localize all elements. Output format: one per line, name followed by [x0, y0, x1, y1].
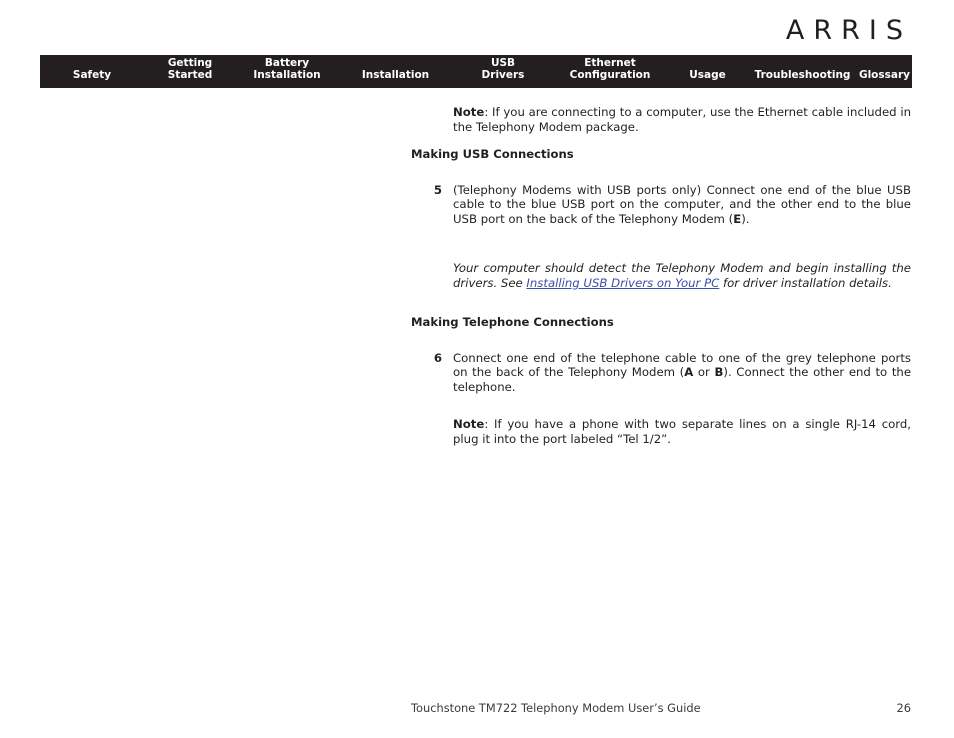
nav-item-getting-started-label-line2: Started: [167, 68, 213, 81]
nav-item-battery-installation-label-line2: Installation: [253, 68, 321, 81]
step-5: 5 (Telephony Modems with USB ports only)…: [434, 183, 911, 227]
nav-item-troubleshooting[interactable]: Troubleshooting: [748, 68, 857, 89]
step-5-port-ref: E: [733, 212, 742, 227]
footer-document-title: Touchstone TM722 Telephony Modem User’s …: [411, 701, 701, 715]
nav-item-glossary[interactable]: Glossary: [857, 68, 912, 89]
nav-item-usb-drivers[interactable]: USB Drivers: [453, 57, 553, 88]
nav-item-troubleshooting-label: Troubleshooting: [754, 68, 851, 81]
note-rj14-text: : If you have a phone with two separate …: [453, 417, 911, 446]
nav-item-safety[interactable]: Safety: [40, 68, 144, 89]
nav-item-battery-installation-label-line1: Battery: [264, 57, 310, 69]
usb-driver-text-b: for driver installation details.: [719, 275, 892, 290]
step-6-text-mid: or: [693, 365, 715, 380]
note-label: Note: [453, 417, 485, 432]
nav-item-ethernet-configuration-label-line2: Configuration: [569, 68, 651, 81]
step-5-text-b: ).: [741, 212, 750, 227]
link-installing-usb-drivers-on-your-pc[interactable]: Installing USB Drivers on Your PC: [526, 276, 719, 290]
nav-item-usage-label: Usage: [689, 68, 726, 81]
nav-item-glossary-label: Glossary: [858, 68, 911, 81]
note-ethernet-cable: Note: If you are connecting to a compute…: [453, 105, 911, 134]
note-ethernet-cable-paragraph: Note: If you are connecting to a compute…: [453, 105, 911, 134]
step-6-port-ref-a: A: [684, 365, 694, 380]
note-ethernet-cable-text: : If you are connecting to a computer, u…: [453, 105, 911, 134]
usb-driver-italic-note: Your computer should detect the Telephon…: [453, 261, 911, 290]
nav-item-ethernet-configuration[interactable]: Ethernet Configuration: [553, 57, 667, 88]
note-rj14: Note: If you have a phone with two separ…: [453, 417, 911, 446]
note-rj14-paragraph: Note: If you have a phone with two separ…: [453, 417, 911, 446]
nav-item-battery-installation[interactable]: Battery Installation: [236, 57, 338, 88]
page-footer: Touchstone TM722 Telephony Modem User’s …: [411, 701, 911, 715]
chapter-navigation-bar: Safety Getting Started Battery Installat…: [40, 55, 912, 88]
heading-making-telephone-connections: Making Telephone Connections: [411, 314, 614, 329]
arris-logo: ARRIS: [785, 15, 912, 46]
nav-item-safety-label: Safety: [72, 68, 112, 81]
step-5-text: (Telephony Modems with USB ports only) C…: [453, 183, 911, 227]
step-6: 6 Connect one end of the telephone cable…: [434, 351, 911, 395]
nav-item-getting-started-label-line1: Getting: [167, 57, 213, 69]
nav-item-usb-drivers-label-line2: Drivers: [481, 68, 525, 81]
page-content: Note: If you are connecting to a compute…: [411, 105, 911, 446]
usb-driver-italic-paragraph: Your computer should detect the Telephon…: [453, 261, 911, 290]
step-5-number: 5: [433, 182, 442, 197]
step-6-number: 6: [433, 350, 442, 365]
nav-item-installation[interactable]: Installation: [338, 68, 453, 89]
footer-page-number: 26: [896, 701, 912, 715]
heading-making-usb-connections: Making USB Connections: [411, 147, 574, 162]
nav-item-ethernet-configuration-label-line1: Ethernet: [584, 57, 636, 69]
step-5-text-a: (Telephony Modems with USB ports only) C…: [453, 182, 911, 227]
note-label: Note: [453, 105, 485, 119]
nav-item-usb-drivers-label-line1: USB: [490, 57, 516, 69]
nav-item-installation-label: Installation: [361, 68, 430, 81]
step-6-text: Connect one end of the telephone cable t…: [453, 351, 911, 395]
nav-item-getting-started[interactable]: Getting Started: [144, 57, 236, 88]
nav-item-usage[interactable]: Usage: [667, 68, 748, 89]
